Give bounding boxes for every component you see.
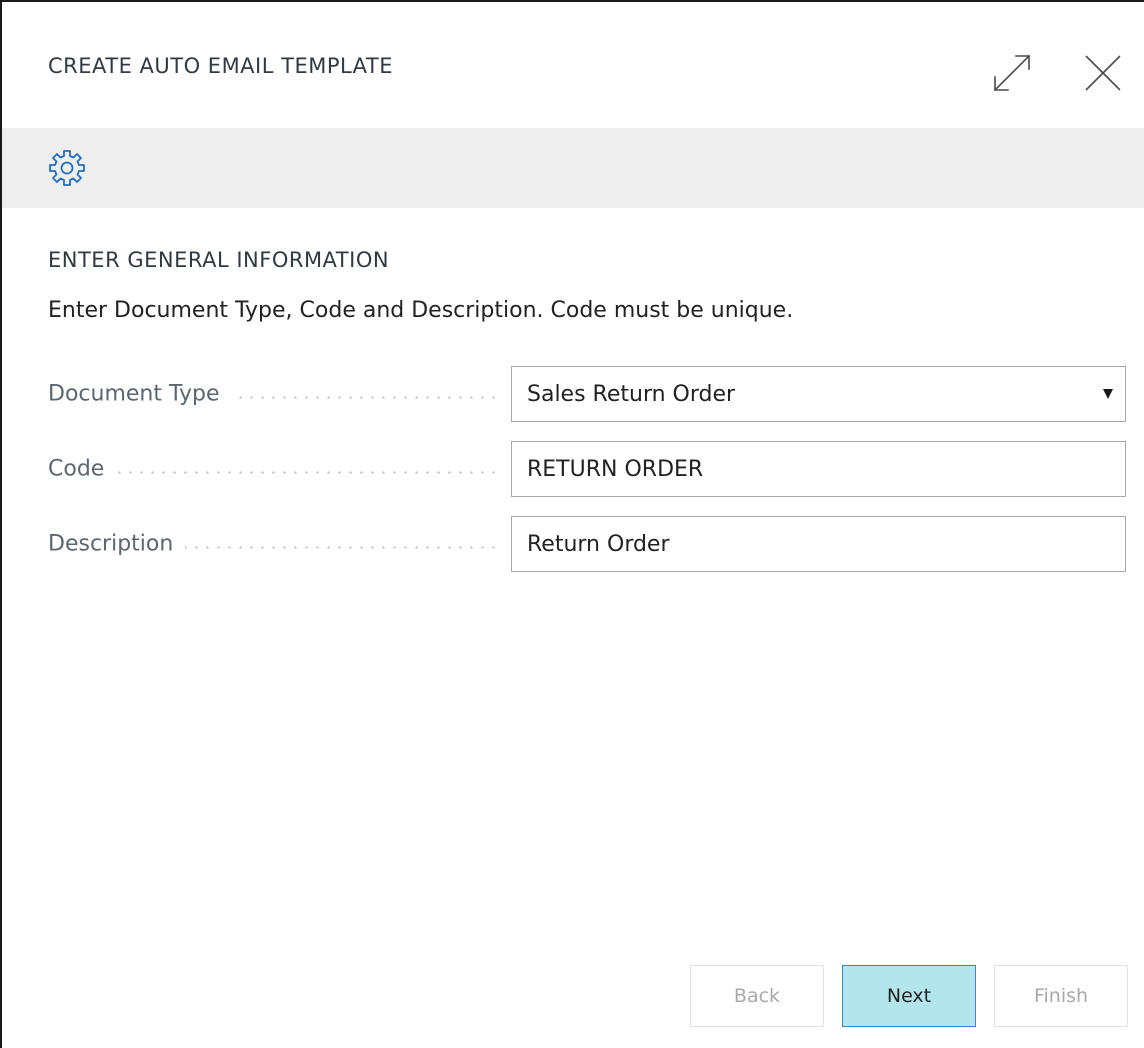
code-row: Code RETURN ORDER: [48, 441, 1128, 497]
dropdown-arrow-icon[interactable]: [1103, 389, 1113, 399]
section-heading: ENTER GENERAL INFORMATION: [48, 248, 390, 272]
description-label: Description: [48, 531, 186, 557]
back-button[interactable]: Back: [690, 965, 824, 1027]
dialog-title: CREATE AUTO EMAIL TEMPLATE: [48, 54, 394, 78]
code-label: Code: [48, 456, 117, 482]
action-toolbar: [2, 128, 1144, 208]
description-value: Return Order: [527, 531, 670, 557]
document-type-label: Document Type: [48, 381, 232, 407]
close-icon[interactable]: [1078, 48, 1128, 98]
settings-gear-icon[interactable]: [40, 146, 94, 190]
code-input[interactable]: RETURN ORDER: [511, 441, 1126, 497]
document-type-value: Sales Return Order: [527, 381, 736, 407]
next-button[interactable]: Next: [842, 965, 976, 1027]
finish-button[interactable]: Finish: [994, 965, 1128, 1027]
description-row: Description Return Order: [48, 516, 1128, 572]
wizard-dialog: CREATE AUTO EMAIL TEMPLATE ENTER GENERAL…: [0, 0, 1144, 1048]
document-type-select[interactable]: Sales Return Order: [511, 366, 1126, 422]
instructions-text: Enter Document Type, Code and Descriptio…: [48, 298, 794, 323]
description-input[interactable]: Return Order: [511, 516, 1126, 572]
document-type-row: Document Type Sales Return Order: [48, 366, 1128, 422]
code-value: RETURN ORDER: [527, 456, 704, 482]
expand-icon[interactable]: [987, 48, 1037, 98]
